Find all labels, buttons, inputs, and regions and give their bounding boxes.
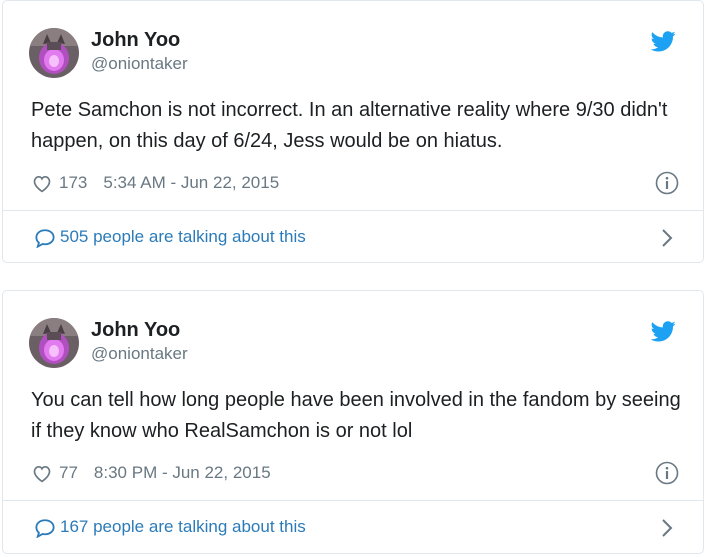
author-name[interactable]: John Yoo xyxy=(91,29,180,52)
like-count[interactable]: 173 xyxy=(59,173,87,193)
tweet-card: John Yoo @oniontaker Pete Samchon is not… xyxy=(2,0,704,263)
timestamp-link[interactable]: 5:34 AM - Jun 22, 2015 xyxy=(103,173,279,193)
twitter-bird-icon[interactable] xyxy=(650,321,676,342)
conversation-count[interactable]: 167 people are talking about this xyxy=(60,517,306,537)
tweet-meta: 173 5:34 AM - Jun 22, 2015 xyxy=(32,171,279,195)
heart-icon[interactable] xyxy=(32,464,52,483)
avatar[interactable] xyxy=(29,318,79,368)
tweet-text: You can tell how long people have been i… xyxy=(31,389,681,442)
author-handle[interactable]: @oniontaker xyxy=(91,344,188,364)
tweet-card: John Yoo @oniontaker You can tell how lo… xyxy=(2,290,704,554)
avatar[interactable] xyxy=(29,28,79,78)
heart-icon[interactable] xyxy=(32,174,52,193)
tweet-text: Pete Samchon is not incorrect. In an alt… xyxy=(31,99,668,152)
tweet-meta: 77 8:30 PM - Jun 22, 2015 xyxy=(32,461,271,485)
chevron-right-icon[interactable] xyxy=(661,518,673,538)
chevron-right-icon[interactable] xyxy=(661,228,673,248)
twitter-bird-icon[interactable] xyxy=(650,31,676,52)
info-icon[interactable] xyxy=(655,461,679,485)
author-name[interactable]: John Yoo xyxy=(91,319,180,342)
speech-bubble-icon xyxy=(34,518,56,539)
author-handle[interactable]: @oniontaker xyxy=(91,54,188,74)
info-icon[interactable] xyxy=(655,171,679,195)
conversation-count[interactable]: 505 people are talking about this xyxy=(60,227,306,247)
conversation-link[interactable]: 167 people are talking about this xyxy=(3,501,703,553)
speech-bubble-icon xyxy=(34,228,56,249)
conversation-link[interactable]: 505 people are talking about this xyxy=(3,211,703,263)
like-count[interactable]: 77 xyxy=(59,463,78,483)
timestamp-link[interactable]: 8:30 PM - Jun 22, 2015 xyxy=(94,463,271,483)
